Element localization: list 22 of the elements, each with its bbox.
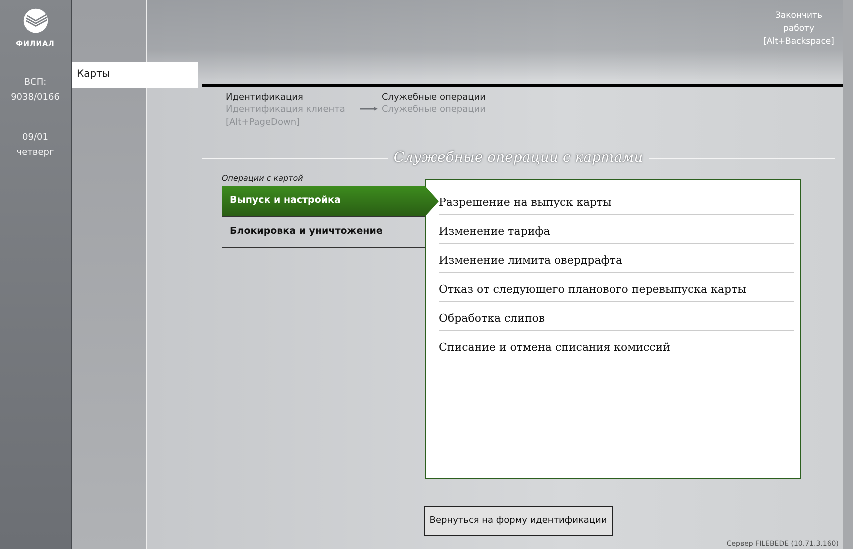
step-title: Служебные операции [382,92,486,104]
section-title: Служебные операции с картами [394,150,644,166]
operation-item[interactable]: Разрешение на выпуск карты [439,186,794,215]
step-subtitle: Служебные операции [382,104,486,117]
nav-item[interactable]: Карты [72,62,198,88]
logo-icon [22,8,48,34]
branch-label: ВСП: [24,77,47,90]
menu-item[interactable]: Выпуск и настройка [222,186,439,217]
menu-caption: Операции с картой [222,173,304,185]
operation-item[interactable]: Изменение лимита овердрафта [439,244,794,273]
weekday-text: четверг [16,147,54,160]
back-button[interactable]: Вернуться на форму идентификации [424,506,613,536]
arrow-icon [360,107,378,111]
hotkey-hint: [Alt+PageDown] [226,117,302,130]
operation-item[interactable]: Изменение тарифа [439,215,794,244]
operation-item[interactable]: Обработка слипов [439,302,794,331]
step-title: Идентификация [226,92,304,104]
operation-item[interactable]: Списание и отмена списания комиссий [439,331,794,359]
branch-code: 9038/0166 [11,92,60,105]
operation-item[interactable]: Отказ от следующего планового перевыпуска карты [439,273,794,302]
step-subtitle: Идентификация клиента [226,104,346,117]
date-text: 09/01 [22,132,48,145]
